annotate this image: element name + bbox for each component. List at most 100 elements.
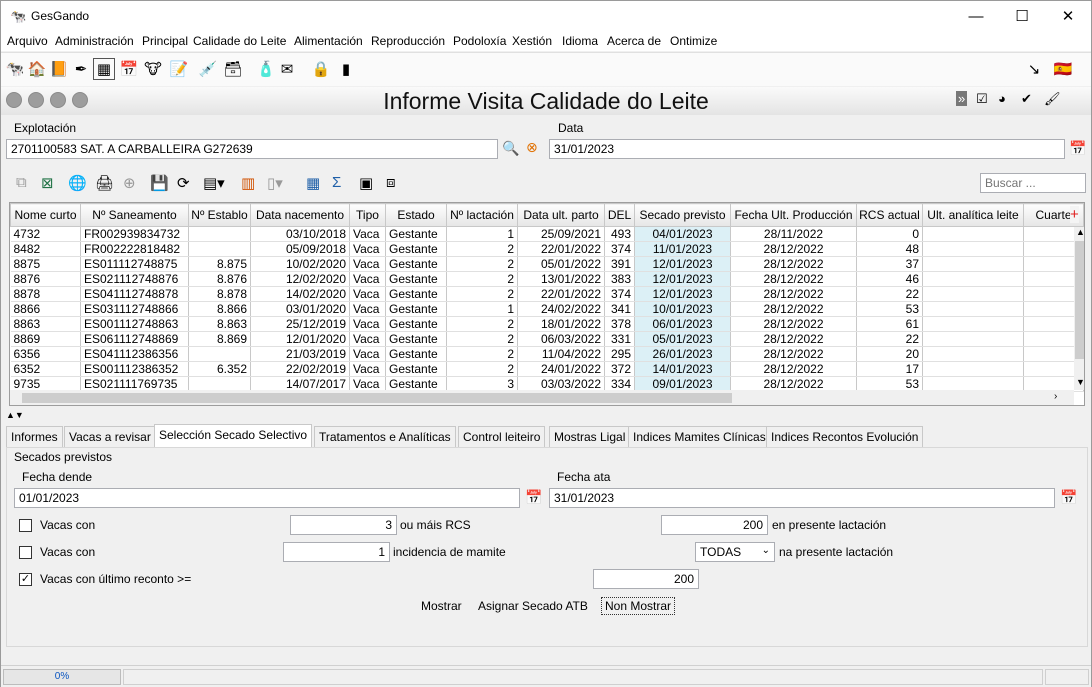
column-header[interactable]: DEL (604, 203, 635, 227)
menu-podoloxia[interactable]: Podoloxía (453, 34, 506, 48)
rcs-threshold-field[interactable]: 200 (661, 515, 768, 535)
horizontal-scrollbar[interactable]: › (10, 390, 1074, 405)
spain-flag-icon[interactable]: 🇪🇸 (1052, 58, 1074, 80)
column-header[interactable]: Nome curto (10, 203, 81, 227)
bottle-icon[interactable]: 🧴 (255, 58, 277, 80)
column-header[interactable]: Tipo (349, 203, 386, 227)
link-icon[interactable]: ↘ (1023, 58, 1045, 80)
tab-tratamentos[interactable]: Tratamentos e Analíticas (314, 426, 456, 447)
export-icon[interactable]: ⧈ (386, 174, 396, 191)
column-header[interactable]: Ult. analítica leite (922, 203, 1024, 227)
rcs-count-field[interactable]: 3 (290, 515, 397, 535)
column-header[interactable]: Nº Establo (188, 203, 251, 227)
save-icon[interactable]: 💾 (150, 174, 169, 192)
fecha-ata-field[interactable]: 31/01/2023 (549, 488, 1055, 508)
syringe-icon[interactable]: 💉 (197, 58, 219, 80)
pen-icon[interactable]: ✒ (70, 58, 92, 80)
home-icon[interactable]: 🏠 (26, 58, 48, 80)
calculator-icon[interactable]: ▦ (306, 174, 320, 192)
tab-seleccion-secado[interactable]: Selección Secado Selectivo (154, 424, 313, 447)
menu-alimentacion[interactable]: Alimentación (294, 34, 363, 48)
horizontal-scroll-thumb[interactable] (22, 393, 732, 403)
menu-idioma[interactable]: Idioma (562, 34, 598, 48)
table-row[interactable]: 8863 ES001112748863 8.863 25/12/2019 Vaca Ges… (10, 316, 1084, 332)
calendar-icon[interactable]: 📅 (525, 489, 542, 506)
column-header[interactable]: Nº lactación (446, 203, 518, 227)
menu-reproduccion[interactable]: Reproducción (371, 34, 445, 48)
vacas-mamite-checkbox[interactable] (19, 546, 32, 559)
search-input[interactable] (980, 173, 1086, 193)
table-row[interactable]: 8875 ES011112748875 8.875 10/02/2020 Vaca Ges… (10, 256, 1084, 272)
cow-icon[interactable]: 🐄 (4, 58, 26, 80)
check-icon[interactable]: ✔ (1021, 91, 1032, 107)
checklist-icon[interactable]: ☑ (976, 91, 988, 107)
filter-icon[interactable]: ▣ (359, 174, 373, 192)
copy-icon[interactable]: ⧉ (16, 174, 27, 191)
column-header[interactable]: Data ult. parto (517, 203, 605, 227)
column-header[interactable]: Estado (385, 203, 447, 227)
table-row[interactable]: 4732 FR002939834732 03/10/2018 Vaca Gestante… (10, 226, 1084, 242)
vertical-scrollbar[interactable]: ▲ ▼ (1074, 227, 1084, 390)
menu-ontimize[interactable]: Ontimize (670, 34, 717, 48)
menu-acerca-de[interactable]: Acerca de (607, 34, 661, 48)
scroll-right-icon[interactable]: › (1054, 391, 1057, 402)
page-icon[interactable]: ▯▾ (267, 174, 283, 192)
column-header[interactable]: Nº Saneamento (80, 203, 189, 227)
calendar-icon[interactable]: 📅 (118, 58, 140, 80)
search-icon[interactable]: 🔍 (502, 140, 519, 157)
menu-principal[interactable]: Principal (142, 34, 188, 48)
tab-control-leiteiro[interactable]: Control leiteiro (458, 426, 546, 447)
maximize-button[interactable]: ☐ (999, 1, 1045, 31)
add-icon[interactable]: ⊕ (123, 174, 136, 192)
calendar-icon[interactable]: 📅 (1069, 140, 1086, 157)
lock-icon[interactable]: 🔒 (310, 58, 332, 80)
columns-icon[interactable]: ▥ (241, 174, 255, 192)
cattle-icon[interactable]: 🐮 (142, 58, 164, 80)
asignar-secado-button[interactable]: Asignar Secado ATB (478, 599, 588, 613)
refresh-icon[interactable]: ⟳ (177, 174, 190, 192)
table-row[interactable]: 6356 ES041112386356 21/03/2019 Vaca Gestante… (10, 346, 1084, 362)
vacas-rcs-checkbox[interactable] (19, 519, 32, 532)
globe-icon[interactable]: 🌐 (68, 174, 87, 192)
tab-indices-mamites[interactable]: Indices Mamites Clínicas (628, 426, 771, 447)
column-header[interactable]: Secado previsto (634, 203, 731, 227)
scroll-up-icon[interactable]: ▲ (1076, 227, 1084, 237)
non-mostrar-button[interactable]: Non Mostrar (601, 597, 676, 615)
column-header[interactable]: RCS actual (856, 203, 923, 227)
calculator-icon[interactable]: ▦ (93, 58, 115, 80)
vertical-scroll-thumb[interactable] (1075, 241, 1084, 359)
clear-icon[interactable]: ⊗ (526, 139, 538, 156)
expand-icon[interactable]: » (956, 91, 968, 106)
fecha-dende-field[interactable]: 01/01/2023 (14, 488, 520, 508)
scroll-down-icon[interactable]: ▼ (1076, 377, 1084, 387)
splitter-arrows-icon[interactable]: ▲▼ (6, 410, 24, 420)
column-header[interactable]: Fecha Ult. Producción (730, 203, 857, 227)
table-row[interactable]: 8878 ES041112748878 8.878 14/02/2020 Vaca Ges… (10, 286, 1084, 302)
mamite-count-field[interactable]: 1 (283, 542, 390, 562)
menu-xestion[interactable]: Xestión (512, 34, 552, 48)
sum-icon[interactable]: Σ (332, 174, 341, 191)
date-field[interactable]: 31/01/2023 (549, 139, 1065, 159)
explotacion-field[interactable]: 2701100583 SAT. A CARBALLEIRA G272639 (6, 139, 498, 159)
tab-vacas-revisar[interactable]: Vacas a revisar (64, 426, 156, 447)
tab-mostras-ligal[interactable]: Mostras Ligal (549, 426, 631, 447)
excel-icon[interactable]: ⊠ (41, 174, 54, 192)
table-row[interactable]: 8866 ES031112748866 8.866 03/01/2020 Vaca Ges… (10, 301, 1084, 317)
table-row[interactable]: 8482 FR002222818482 05/09/2018 Vaca Gestante… (10, 241, 1084, 257)
mostrar-button[interactable]: Mostrar (421, 599, 462, 613)
table-row[interactable]: 6352 ES001112386352 6.352 22/02/2019 Vaca Ges… (10, 361, 1084, 377)
menu-calidade-leite[interactable]: Calidade do Leite (193, 34, 286, 48)
chart-icon[interactable]: ▤▾ (203, 174, 225, 192)
mail-icon[interactable]: ✉ (276, 58, 298, 80)
calendar-icon[interactable]: 📅 (1060, 489, 1077, 506)
table-row[interactable]: 8876 ES021112748876 8.876 12/02/2020 Vaca Ges… (10, 271, 1084, 287)
menu-arquivo[interactable]: Arquivo (7, 34, 48, 48)
chart-icon[interactable]: ◕ (998, 91, 1006, 106)
tab-informes[interactable]: Informes (6, 426, 63, 447)
add-column-icon[interactable]: + (1070, 206, 1079, 223)
ultimo-reconto-checkbox[interactable]: ✓ (19, 573, 32, 586)
ultimo-reconto-field[interactable]: 200 (593, 569, 699, 589)
info-icon[interactable]: 📙 (48, 58, 70, 80)
menu-administracion[interactable]: Administración (55, 34, 134, 48)
notepad-icon[interactable]: 📝 (168, 58, 190, 80)
